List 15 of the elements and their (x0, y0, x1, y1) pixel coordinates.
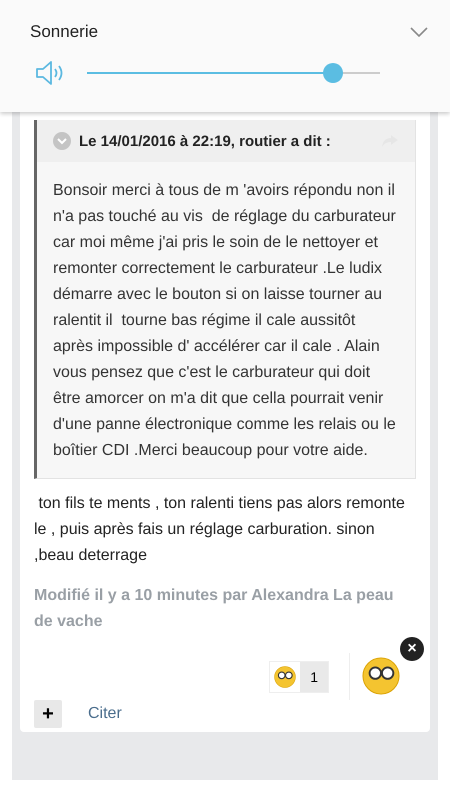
post-text: ton fils te ments , ton ralenti tiens pas alors remonte le , puis après fais un réglage carburation. sinon ,beau deterrage (34, 494, 406, 566)
reaction-counter[interactable]: 1 (269, 660, 329, 692)
emoji-icon[interactable] (362, 657, 400, 695)
expand-button[interactable]: + (34, 700, 62, 728)
quote-text: Bonsoir merci à tous de m 'avoirs répondu non il n'a pas touché au vis de réglage du carburateur car moi même j'ai pris le soin de le nettoyer et remonter correctement le carburateur .Le ludix démarre avec le bouton si on laisse tourner au ralentit il tourne bas régime il cale aussitôt après impossible d' accélérer car il cale . Alain vous pensez que c'est le carburateur qui doit être amorcer on m'a dit que cella pourrait venir d'une panne électronique comme les relais ou le boîtier CDI .Merci beaucoup pour votre aide. (52, 181, 397, 461)
slider-thumb[interactable] (323, 63, 344, 83)
edited-note: Modifié il y a 10 minutes par Alexandra La peau de vache (34, 586, 395, 632)
collapse-icon[interactable] (53, 132, 71, 150)
quote-link[interactable]: Citer (88, 705, 122, 723)
emoji-icon[interactable] (274, 666, 296, 688)
quote-header: Le 14/01/2016 à 22:19, routier a dit : (79, 132, 331, 150)
speaker-icon[interactable] (35, 60, 65, 86)
ringtone-label: Sonnerie (30, 22, 98, 42)
chevron-icon[interactable] (410, 27, 428, 37)
close-button[interactable]: × (400, 637, 424, 661)
